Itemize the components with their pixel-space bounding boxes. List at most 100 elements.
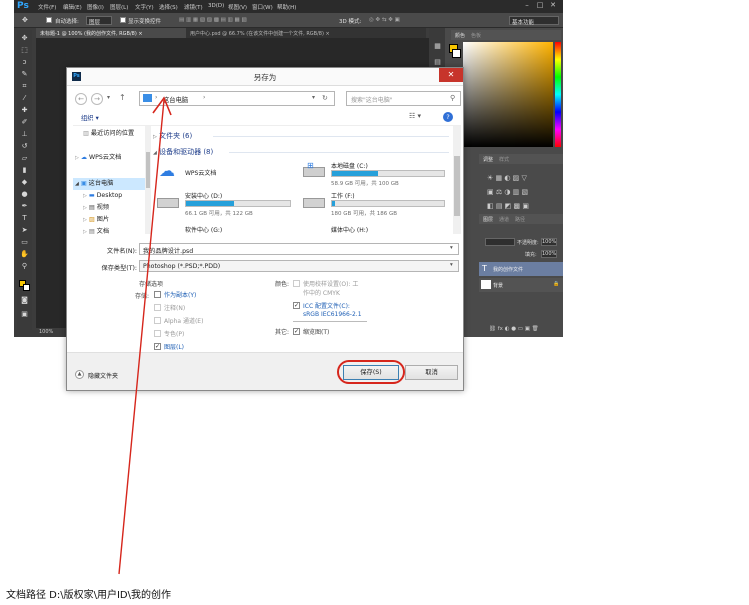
tab-layers[interactable]: 图层: [483, 216, 493, 223]
thumbnail-label[interactable]: 缩览图(T): [303, 327, 329, 336]
menu-3d[interactable]: 3D(D): [208, 3, 224, 9]
doc-tab-untitled[interactable]: 未标题-1 @ 100% (我的创作文件, RGB/8) ×: [36, 28, 186, 38]
dialog-close-button[interactable]: ✕: [439, 68, 463, 82]
menu-type[interactable]: 文字(Y): [135, 3, 154, 11]
quick-mask-icon[interactable]: ◙: [20, 296, 29, 305]
eyedropper-tool-icon[interactable]: ⁄: [20, 94, 29, 103]
tab-paths[interactable]: 路径: [515, 216, 525, 223]
nav-recent[interactable]: ▥ 最近访问的位置: [83, 128, 134, 140]
tab-swatches[interactable]: 色板: [471, 32, 481, 39]
panel-bg-swatch[interactable]: [452, 49, 461, 58]
menu-layer[interactable]: 图层(L): [110, 3, 128, 11]
blur-tool-icon[interactable]: ◆: [20, 178, 29, 187]
gradient-tool-icon[interactable]: ▮: [20, 166, 29, 175]
adjustment-icons-row3[interactable]: ◧ ▤ ◩ ▩ ▣: [487, 202, 529, 210]
expand-icon[interactable]: ▷: [83, 205, 87, 211]
as-copy-label[interactable]: 作为副本(Y): [164, 290, 196, 299]
tab-color[interactable]: 颜色: [455, 32, 465, 39]
address-bar[interactable]: › 这台电脑 › ▾ ↻: [139, 91, 335, 106]
quick-select-tool-icon[interactable]: ✎: [20, 70, 29, 79]
move-tool-icon[interactable]: ✥: [20, 34, 29, 43]
crop-tool-icon[interactable]: ⌗: [20, 82, 29, 91]
menu-edit[interactable]: 编辑(E): [63, 3, 82, 11]
maximize-icon[interactable]: □: [534, 1, 546, 11]
nav-scrollbar[interactable]: [145, 126, 151, 234]
chevron-down-icon[interactable]: ▾: [450, 245, 453, 251]
help-icon[interactable]: ?: [443, 112, 453, 122]
zoom-tool-icon[interactable]: ⚲: [20, 262, 29, 271]
adjustment-icons[interactable]: ☀ ▦ ◐ ▨ ▽: [487, 174, 527, 182]
doc-tab-user-center[interactable]: 用户中心.psd @ 66.7% (在该文件中创建一个文件, RGB/8) ×: [186, 28, 426, 38]
properties-panel-icon[interactable]: ▤: [433, 58, 442, 67]
forward-icon[interactable]: →: [91, 93, 103, 105]
adjustment-icons-row2[interactable]: ▣ ⚖ ◑ ▥ ▧: [487, 188, 528, 196]
hide-folders-button[interactable]: 隐藏文件夹: [88, 371, 118, 380]
menu-window[interactable]: 窗口(W): [252, 3, 273, 11]
breadcrumb-this-pc[interactable]: 这台电脑: [163, 95, 188, 104]
refresh-icon[interactable]: ↻: [322, 94, 328, 102]
stamp-tool-icon[interactable]: ⊥: [20, 130, 29, 139]
collapse-icon[interactable]: ◢: [75, 181, 79, 187]
shape-tool-icon[interactable]: ▭: [20, 238, 29, 247]
auto-select-dropdown[interactable]: 图层: [86, 16, 112, 26]
search-input[interactable]: 搜索"这台电脑" ⚲: [346, 91, 461, 106]
minimize-icon[interactable]: –: [521, 1, 533, 11]
screen-mode-icon[interactable]: ▣: [20, 310, 29, 319]
workspace-dropdown[interactable]: 基本功能: [509, 16, 559, 26]
nav-desktop[interactable]: ▷ ▬ Desktop: [83, 190, 122, 202]
eraser-tool-icon[interactable]: ▱: [20, 154, 29, 163]
content-scrollbar[interactable]: [453, 126, 461, 234]
history-panel-icon[interactable]: ▦: [433, 42, 442, 51]
up-icon[interactable]: ↑: [119, 93, 126, 102]
hue-slider[interactable]: [555, 42, 561, 147]
layers-label[interactable]: 图层(L): [164, 342, 184, 351]
move-tool-icon[interactable]: ✥: [22, 16, 28, 24]
menu-view[interactable]: 视图(V): [228, 3, 247, 11]
healing-tool-icon[interactable]: ✚: [20, 106, 29, 115]
dodge-tool-icon[interactable]: ●: [20, 190, 29, 199]
drive-item-wps[interactable]: ☁ WPS云文档: [155, 162, 285, 186]
layers-checkbox[interactable]: ✓: [154, 343, 161, 350]
filetype-select[interactable]: Photoshop (*.PSD;*.PDD) ▾: [139, 260, 459, 272]
menu-filter[interactable]: 滤镜(T): [184, 3, 203, 11]
align-icons[interactable]: ▤ ▥ ▦ ▧ ▨ ▩ ▤ ▥ ▦ ▧: [179, 17, 247, 23]
opacity-input[interactable]: 100%: [541, 238, 557, 246]
search-icon[interactable]: ⚲: [450, 94, 455, 102]
icc-profile-checkbox[interactable]: ✓: [293, 302, 300, 309]
nav-this-pc[interactable]: ◢ ▣ 这台电脑: [73, 178, 151, 190]
recent-dropdown-icon[interactable]: ▾: [107, 94, 110, 101]
tab-style[interactable]: 样式: [499, 156, 509, 163]
menu-image[interactable]: 图像(I): [87, 3, 104, 11]
background-color-swatch[interactable]: [23, 284, 30, 291]
drive-item-g[interactable]: 软件中心 (G:): [155, 223, 295, 234]
chevron-up-icon[interactable]: ▲: [75, 370, 84, 379]
fill-input[interactable]: 100%: [541, 250, 557, 258]
path-select-tool-icon[interactable]: ➤: [20, 226, 29, 235]
filename-input[interactable]: 我的品牌设计.psd ▾: [139, 243, 459, 255]
layer-row-text[interactable]: T 我的创作文件: [479, 262, 563, 276]
pen-tool-icon[interactable]: ✒: [20, 202, 29, 211]
show-transform-checkbox[interactable]: [120, 17, 126, 23]
cancel-button[interactable]: 取消: [405, 365, 458, 380]
drive-item-f[interactable]: 工作 (F:) 180 GB 可用，共 186 GB: [301, 190, 451, 218]
expand-icon[interactable]: ▷: [83, 217, 87, 223]
folders-group-header[interactable]: ▷ 文件夹 (6): [153, 131, 192, 141]
thumbnail-checkbox[interactable]: ✓: [293, 328, 300, 335]
organize-menu[interactable]: 组织 ▾: [81, 113, 99, 122]
nav-videos[interactable]: ▷ ▤ 视频: [83, 202, 109, 214]
devices-group-header[interactable]: ◢ 设备和驱动器 (8): [153, 147, 213, 157]
chevron-down-icon[interactable]: ▾: [450, 262, 453, 268]
nav-documents[interactable]: ▷ ▤ 文档: [83, 226, 109, 238]
layer-footer-icons[interactable]: ⛓ fx ◐ ● ▭ ▣ 🗑: [489, 326, 539, 332]
view-options-icon[interactable]: ☷ ▾: [409, 112, 421, 120]
nav-pictures[interactable]: ▷ ▨ 图片: [83, 214, 109, 226]
expand-icon[interactable]: ▷: [83, 193, 87, 199]
hand-tool-icon[interactable]: ✋: [20, 250, 29, 259]
layer-row-background[interactable]: 背景 🔒: [479, 278, 563, 292]
type-tool-icon[interactable]: T: [20, 214, 29, 223]
back-icon[interactable]: ←: [75, 93, 87, 105]
expand-icon[interactable]: ▷: [75, 155, 79, 161]
color-picker-field[interactable]: [463, 42, 553, 147]
history-brush-tool-icon[interactable]: ↺: [20, 142, 29, 151]
blend-mode-dropdown[interactable]: [485, 238, 515, 246]
